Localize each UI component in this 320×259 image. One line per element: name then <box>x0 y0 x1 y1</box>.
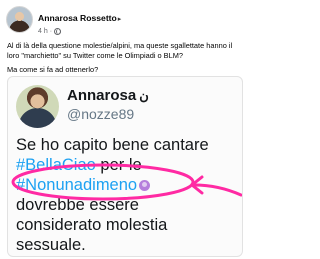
tweet-line: #Nonunadimeno <box>16 175 242 195</box>
hashtag-nonunadimeno: #Nonunadimeno <box>16 176 138 194</box>
purple-emoji-icon <box>139 180 151 192</box>
post-text: Al di là della questione molestie/alpini… <box>7 41 245 80</box>
globe-icon <box>54 28 62 35</box>
tweet-line: Se ho capito bene cantare <box>16 136 209 154</box>
tweet-body: Se ho capito bene cantare #BellaCiao per… <box>16 135 242 255</box>
tweet-avatar <box>16 85 59 128</box>
hashtag-bellaciao: #BellaCiao <box>16 156 96 174</box>
tweet-header: Annarosa ن @nozze89 <box>16 85 149 128</box>
meta-separator: · <box>49 28 53 35</box>
post-paragraph: Ma come si fa ad ottenerlo? <box>7 65 99 75</box>
tweet-name: Annarosa <box>67 87 137 104</box>
author-line: Annarosa Rossetto▸ <box>38 8 121 26</box>
tweet-name-rtl: ن <box>139 88 149 103</box>
post-time[interactable]: 4 h <box>38 28 48 35</box>
tweet-line: considerato molestia <box>16 216 168 234</box>
tweet-names: Annarosa ن @nozze89 <box>67 87 149 128</box>
tweet-display-name: Annarosa ن <box>67 87 149 104</box>
header-text: Annarosa Rossetto▸ 4 h · <box>38 8 121 35</box>
author-arrow-icon: ▸ <box>117 16 122 23</box>
shared-tweet-screenshot[interactable]: Annarosa ن @nozze89 Se ho capito bene can… <box>7 76 243 257</box>
tweet-text-fragment: per le <box>95 156 142 174</box>
post-header: Annarosa Rossetto▸ 4 h · <box>6 6 121 35</box>
tweet-line: #BellaCiao per le <box>16 155 242 175</box>
tweet-line: sessuale. <box>16 236 86 254</box>
post-paragraph: Al di là della questione molestie/alpini… <box>7 41 233 60</box>
author-avatar[interactable] <box>6 6 33 33</box>
post-meta: 4 h · <box>38 28 121 35</box>
tweet-handle: @nozze89 <box>67 106 135 122</box>
facebook-post: Annarosa Rossetto▸ 4 h · Al di là della … <box>0 0 250 259</box>
tweet-line: dovrebbe essere <box>16 196 139 214</box>
author-name[interactable]: Annarosa Rossetto <box>38 13 117 23</box>
